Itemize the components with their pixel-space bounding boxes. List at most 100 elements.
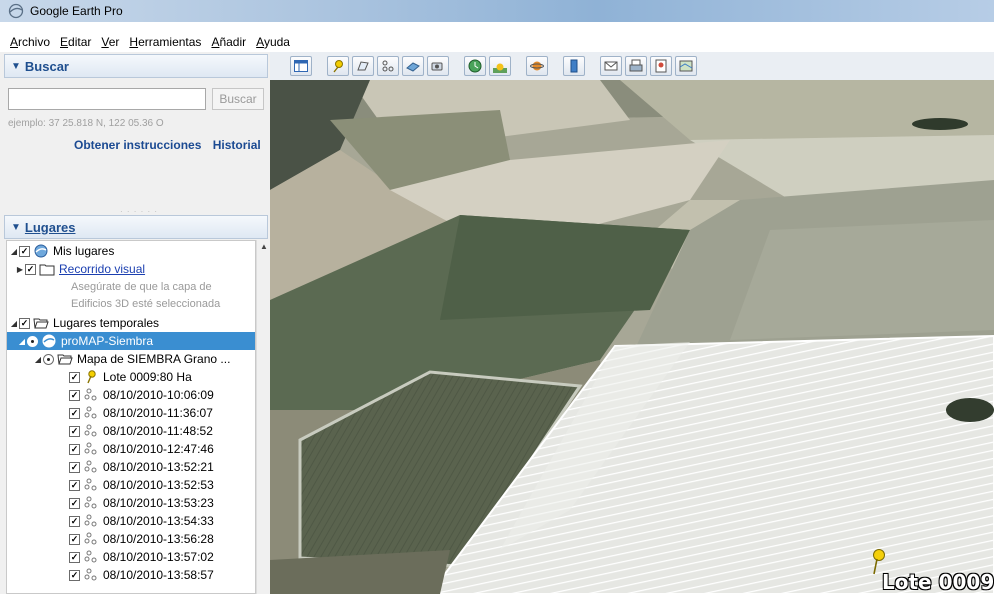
expand-toggle-icon[interactable]: ▶	[15, 265, 25, 274]
search-button[interactable]: Buscar	[212, 88, 264, 110]
radio-button[interactable]	[27, 335, 38, 347]
save-image-button[interactable]	[650, 56, 672, 76]
record-tour-icon	[431, 62, 443, 71]
checkbox[interactable]: ✓	[69, 371, 80, 383]
tree-item-track[interactable]: ✓ 08/10/2010-13:52:21	[69, 458, 255, 476]
search-panel-title: Buscar	[24, 58, 69, 74]
expand-toggle-icon[interactable]: ◢	[33, 355, 43, 364]
places-panel-header[interactable]: ▼ Lugares	[4, 215, 268, 239]
track-icon	[84, 514, 97, 527]
window-title: Google Earth Pro	[30, 4, 123, 18]
tree-item-track[interactable]: ✓ 08/10/2010-13:58:57	[69, 566, 255, 584]
radio-button[interactable]	[43, 353, 54, 365]
tree-item-label: 08/10/2010-13:53:23	[103, 496, 214, 510]
folder-icon	[39, 264, 55, 276]
collapse-triangle-icon: ▼	[11, 221, 21, 233]
record-tour-button[interactable]	[427, 56, 449, 76]
history-link[interactable]: Historial	[213, 138, 261, 152]
ruler-icon	[570, 59, 578, 73]
track-icon	[84, 550, 97, 563]
print-button[interactable]	[625, 56, 647, 76]
menu-ver[interactable]: Ver	[101, 35, 119, 49]
menu-archivo[interactable]: Archivo	[10, 35, 50, 49]
get-directions-link[interactable]: Obtener instrucciones	[74, 138, 201, 152]
checkbox[interactable]: ✓	[69, 461, 80, 473]
tour-note-line-1: Asegúrate de que la capa de	[71, 281, 212, 293]
menu-editar[interactable]: Editar	[60, 35, 91, 49]
add-path-button[interactable]	[377, 56, 399, 76]
track-icon	[84, 496, 97, 509]
checkbox[interactable]: ✓	[19, 245, 30, 257]
checkbox[interactable]: ✓	[69, 533, 80, 545]
places-tree: ◢ ✓ Mis lugares ▶ ✓ Recorrido visual Ase…	[6, 240, 256, 594]
tree-item-track[interactable]: ✓ 08/10/2010-13:54:33	[69, 512, 255, 530]
tree-item-track[interactable]: ✓ 08/10/2010-11:48:52	[69, 422, 255, 440]
switch-planet-button[interactable]	[526, 56, 548, 76]
checkbox[interactable]: ✓	[69, 443, 80, 455]
tree-item-track[interactable]: ✓ 08/10/2010-13:57:02	[69, 548, 255, 566]
placemark-label[interactable]: Lote 0009:8	[882, 570, 994, 594]
sunlight-button[interactable]	[489, 56, 511, 76]
image-overlay-icon	[406, 62, 420, 72]
menu-ayuda[interactable]: Ayuda	[256, 35, 290, 49]
historical-imagery-icon	[468, 59, 482, 73]
historical-imagery-button[interactable]	[464, 56, 486, 76]
checkbox[interactable]: ✓	[69, 497, 80, 509]
email-button[interactable]	[600, 56, 622, 76]
menu-bar: Archivo Editar Ver Herramientas Añadir A…	[0, 32, 994, 52]
tree-item-track[interactable]: ✓ 08/10/2010-12:47:46	[69, 440, 255, 458]
sidebar-toggle-button[interactable]	[290, 56, 312, 76]
folder-open-icon	[57, 354, 73, 365]
expand-toggle-icon[interactable]: ◢	[9, 319, 19, 328]
search-panel-header[interactable]: ▼ Buscar	[4, 54, 268, 78]
expand-toggle-icon[interactable]: ◢	[17, 337, 27, 346]
sun-icon	[493, 63, 507, 73]
checkbox[interactable]: ✓	[25, 263, 36, 275]
map-view-icon	[679, 60, 693, 72]
tree-item-tour[interactable]: ▶ ✓ Recorrido visual	[9, 260, 255, 278]
checkbox[interactable]: ✓	[19, 317, 30, 329]
tree-item-label: 08/10/2010-13:56:28	[103, 532, 214, 546]
path-add-icon	[382, 60, 394, 72]
tree-item-label: 08/10/2010-11:48:52	[103, 424, 213, 438]
checkbox[interactable]: ✓	[69, 479, 80, 491]
tree-item-placemark[interactable]: ✓ Lote 0009:80 Ha	[69, 368, 255, 386]
scroll-up-icon[interactable]: ▲	[259, 242, 269, 251]
tree-item-promap-siembra[interactable]: ◢ proMAP-Siembra	[7, 332, 255, 350]
add-polygon-button[interactable]	[352, 56, 374, 76]
tree-item-track[interactable]: ✓ 08/10/2010-13:52:53	[69, 476, 255, 494]
tree-item-track[interactable]: ✓ 08/10/2010-13:56:28	[69, 530, 255, 548]
menu-herramientas[interactable]: Herramientas	[129, 35, 201, 49]
earth-folder-icon	[34, 244, 48, 258]
title-bar: Google Earth Pro	[0, 0, 994, 22]
tree-item-temporary-places[interactable]: ◢ ✓ Lugares temporales	[9, 314, 255, 332]
tree-item-track[interactable]: ✓ 08/10/2010-10:06:09	[69, 386, 255, 404]
tree-item-label: 08/10/2010-13:52:21	[103, 460, 214, 474]
add-placemark-button[interactable]	[327, 56, 349, 76]
checkbox[interactable]: ✓	[69, 569, 80, 581]
places-scrollbar[interactable]: ▲	[256, 240, 270, 594]
view-in-maps-button[interactable]	[675, 56, 697, 76]
tree-item-track[interactable]: ✓ 08/10/2010-13:53:23	[69, 494, 255, 512]
ruler-button[interactable]	[563, 56, 585, 76]
checkbox[interactable]: ✓	[69, 389, 80, 401]
search-input[interactable]	[8, 88, 206, 110]
checkbox[interactable]: ✓	[69, 407, 80, 419]
toolbar	[270, 52, 994, 80]
add-image-overlay-button[interactable]	[402, 56, 424, 76]
track-icon	[84, 406, 97, 419]
checkbox[interactable]: ✓	[69, 515, 80, 527]
menu-anadir[interactable]: Añadir	[211, 35, 246, 49]
tour-note-line-2: Edificios 3D esté seleccionada	[71, 298, 221, 310]
checkbox[interactable]: ✓	[69, 551, 80, 563]
tree-item-track[interactable]: ✓ 08/10/2010-11:36:07	[69, 404, 255, 422]
tree-item-label: Lugares temporales	[53, 316, 160, 330]
expand-toggle-icon[interactable]: ◢	[9, 247, 19, 256]
tour-link[interactable]: Recorrido visual	[59, 262, 145, 276]
search-links: Obtener instrucciones Historial	[74, 138, 269, 152]
tree-item-my-places[interactable]: ◢ ✓ Mis lugares	[9, 242, 255, 260]
checkbox[interactable]: ✓	[69, 425, 80, 437]
earth-view[interactable]: Lote 0009:8	[270, 80, 994, 594]
track-icon	[84, 460, 97, 473]
tree-item-map-folder[interactable]: ◢ Mapa de SIEMBRA Grano ...	[33, 350, 255, 368]
